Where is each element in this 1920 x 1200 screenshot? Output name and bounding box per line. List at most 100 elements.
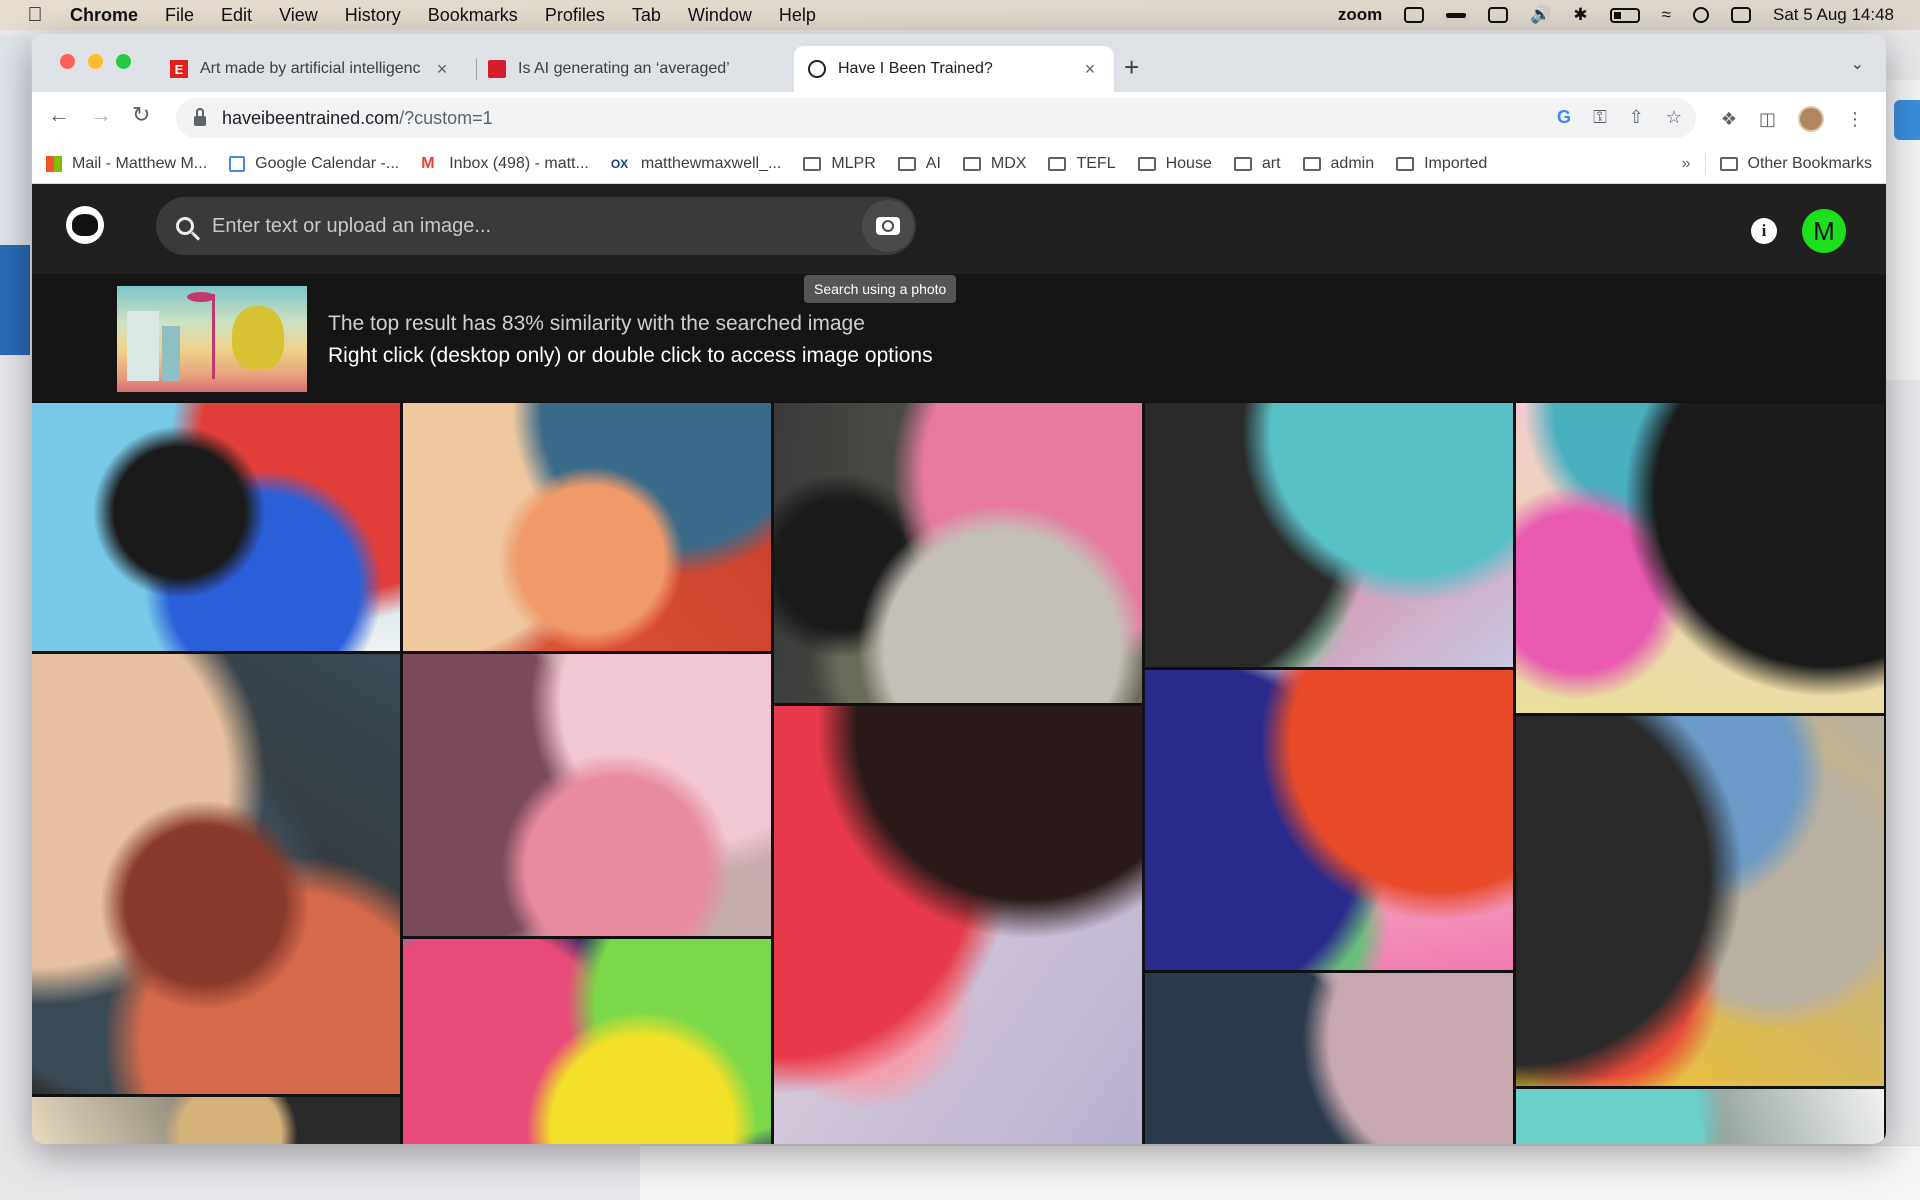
macos-menu-bar:  Chrome File Edit View History Bookmark… [0, 0, 1920, 30]
bookmark-folder-ai[interactable]: AI [897, 155, 941, 173]
user-avatar[interactable]: M [1802, 209, 1846, 253]
bookmark-label: MDX [990, 154, 1027, 172]
side-panel-icon[interactable]: ◫ [1759, 109, 1776, 130]
result-artwork-image[interactable] [774, 706, 1142, 1144]
search-input[interactable] [212, 214, 832, 238]
bookmark-label: Google Calendar -... [255, 154, 400, 172]
tab-favicon-red-icon [488, 60, 506, 78]
close-tab-icon[interactable]: × [432, 59, 452, 80]
result-artwork-image[interactable] [1145, 403, 1513, 667]
bookmarks-overflow-chevron-icon[interactable]: » [1682, 155, 1691, 173]
control-center-icon[interactable] [1731, 7, 1751, 23]
wifi-icon[interactable]: ≈ [1662, 5, 1671, 25]
site-header: i M [32, 184, 1886, 274]
site-logo-face-icon[interactable] [66, 206, 104, 244]
close-tab-icon[interactable]: × [1080, 59, 1100, 80]
tab-strip: E Art made by artificial intelligenc × I… [32, 34, 1886, 92]
result-artwork-image[interactable] [32, 654, 400, 1094]
apple-icon[interactable]:  [0, 4, 70, 27]
back-arrow-icon[interactable]: ← [48, 102, 70, 128]
volume-icon[interactable]: 🔊 [1530, 5, 1551, 25]
bookmark-gmail-inbox[interactable]: M Inbox (498) - matt... [421, 155, 589, 173]
menu-bookmarks[interactable]: Bookmarks [428, 5, 518, 26]
bookmark-matthewmaxwell[interactable]: OX matthewmaxwell_... [611, 155, 782, 173]
result-artwork-image[interactable] [1516, 403, 1884, 713]
folder-icon [1233, 156, 1252, 171]
bookmark-mail[interactable]: Mail - Matthew M... [46, 155, 207, 173]
folder-icon [1137, 156, 1156, 171]
bookmark-folder-tefl[interactable]: TEFL [1048, 154, 1116, 173]
bookmark-folder-house[interactable]: House [1137, 154, 1212, 173]
menu-app-name[interactable]: Chrome [70, 5, 138, 26]
minus-status-icon[interactable] [1446, 12, 1467, 18]
result-image-gallery [32, 403, 1886, 1144]
bookmark-label: TEFL [1076, 154, 1116, 172]
result-artwork-image[interactable] [403, 654, 771, 936]
search-bar[interactable] [156, 197, 916, 255]
result-artwork-image[interactable] [32, 1097, 400, 1144]
spotlight-icon[interactable] [1693, 7, 1709, 23]
clock[interactable]: Sat 5 Aug 14:48 [1773, 5, 1894, 25]
address-host: haveibeentrained.com [222, 107, 400, 128]
zoom-window-button[interactable] [116, 54, 131, 69]
zoom-status[interactable]: zoom [1338, 5, 1382, 25]
browser-window: E Art made by artificial intelligenc × I… [32, 34, 1886, 1144]
forward-arrow-icon[interactable]: → [90, 102, 112, 128]
bookmark-folder-imported[interactable]: Imported [1396, 155, 1487, 173]
camera-upload-button[interactable] [862, 200, 914, 252]
menu-view[interactable]: View [279, 5, 318, 26]
tab-art-article[interactable]: E Art made by artificial intelligenc × [156, 46, 466, 92]
address-url[interactable]: haveibeentrained.com/?custom=1 [222, 108, 493, 129]
tab-title: Art made by artificial intelligenc [200, 60, 421, 77]
extensions-puzzle-icon[interactable]: ❖ [1721, 109, 1737, 130]
result-artwork-image[interactable] [1145, 973, 1513, 1144]
menu-window[interactable]: Window [688, 5, 752, 26]
address-bar[interactable]: haveibeentrained.com/?custom=1 G ⚿ ⇧ ☆ [176, 98, 1696, 138]
bookmark-label: art [1261, 154, 1281, 172]
background-window-bottom [640, 1145, 1920, 1200]
tab-have-i-been-trained[interactable]: Have I Been Trained? × [794, 46, 1114, 92]
new-tab-plus-icon[interactable]: + [1124, 52, 1139, 83]
menu-file[interactable]: File [165, 5, 194, 26]
bookmark-other-bookmarks[interactable]: Other Bookmarks [1719, 155, 1872, 173]
bookmark-folder-mdx[interactable]: MDX [962, 154, 1027, 173]
drive-icon[interactable] [1404, 7, 1425, 23]
bookmark-folder-art[interactable]: art [1233, 154, 1281, 173]
bookmark-folder-admin[interactable]: admin [1302, 155, 1374, 173]
background-window-panel [0, 245, 30, 355]
bookmark-folder-mlpr[interactable]: MLPR [803, 155, 876, 173]
menu-profiles[interactable]: Profiles [545, 5, 605, 26]
info-icon[interactable]: i [1751, 218, 1777, 244]
reload-icon[interactable]: ↻ [132, 102, 150, 128]
result-artwork-image[interactable] [1145, 670, 1513, 970]
web-page: i M The top result has 83% similarity wi… [32, 184, 1886, 1144]
profile-avatar[interactable] [1798, 106, 1824, 132]
close-window-button[interactable] [60, 54, 75, 69]
bluetooth-icon[interactable]: ✱ [1573, 5, 1587, 25]
result-artwork-image[interactable] [403, 403, 771, 651]
result-artwork-image[interactable] [1516, 1089, 1884, 1144]
menu-help[interactable]: Help [779, 5, 816, 26]
result-artwork-image[interactable] [1516, 716, 1884, 1086]
tab-ai-averaged[interactable]: Is AI generating an ‘averaged’ × [474, 46, 824, 92]
bookmark-google-calendar[interactable]: Google Calendar -... [229, 155, 399, 173]
key-icon[interactable]: ⚿ [1593, 107, 1607, 128]
menu-history[interactable]: History [345, 5, 401, 26]
kebab-menu-icon[interactable]: ⋮ [1846, 109, 1864, 130]
battery-icon[interactable] [1609, 7, 1640, 23]
lock-icon[interactable] [194, 108, 206, 126]
result-artwork-image[interactable] [774, 403, 1142, 703]
menu-tab[interactable]: Tab [632, 5, 661, 26]
searched-image-thumbnail[interactable] [117, 286, 307, 392]
result-artwork-image[interactable] [32, 403, 400, 651]
bookmark-star-icon[interactable]: ☆ [1666, 107, 1682, 128]
google-lens-icon[interactable]: G [1557, 107, 1571, 128]
screen-record-icon[interactable] [1488, 7, 1509, 23]
share-icon[interactable]: ⇧ [1629, 107, 1644, 128]
minimize-window-button[interactable] [88, 54, 103, 69]
folder-icon [1719, 156, 1738, 171]
menu-edit[interactable]: Edit [221, 5, 252, 26]
bookmark-label: House [1165, 154, 1212, 172]
result-artwork-image[interactable] [403, 939, 771, 1144]
tab-search-chevron-icon[interactable]: ⌄ [1851, 54, 1864, 74]
